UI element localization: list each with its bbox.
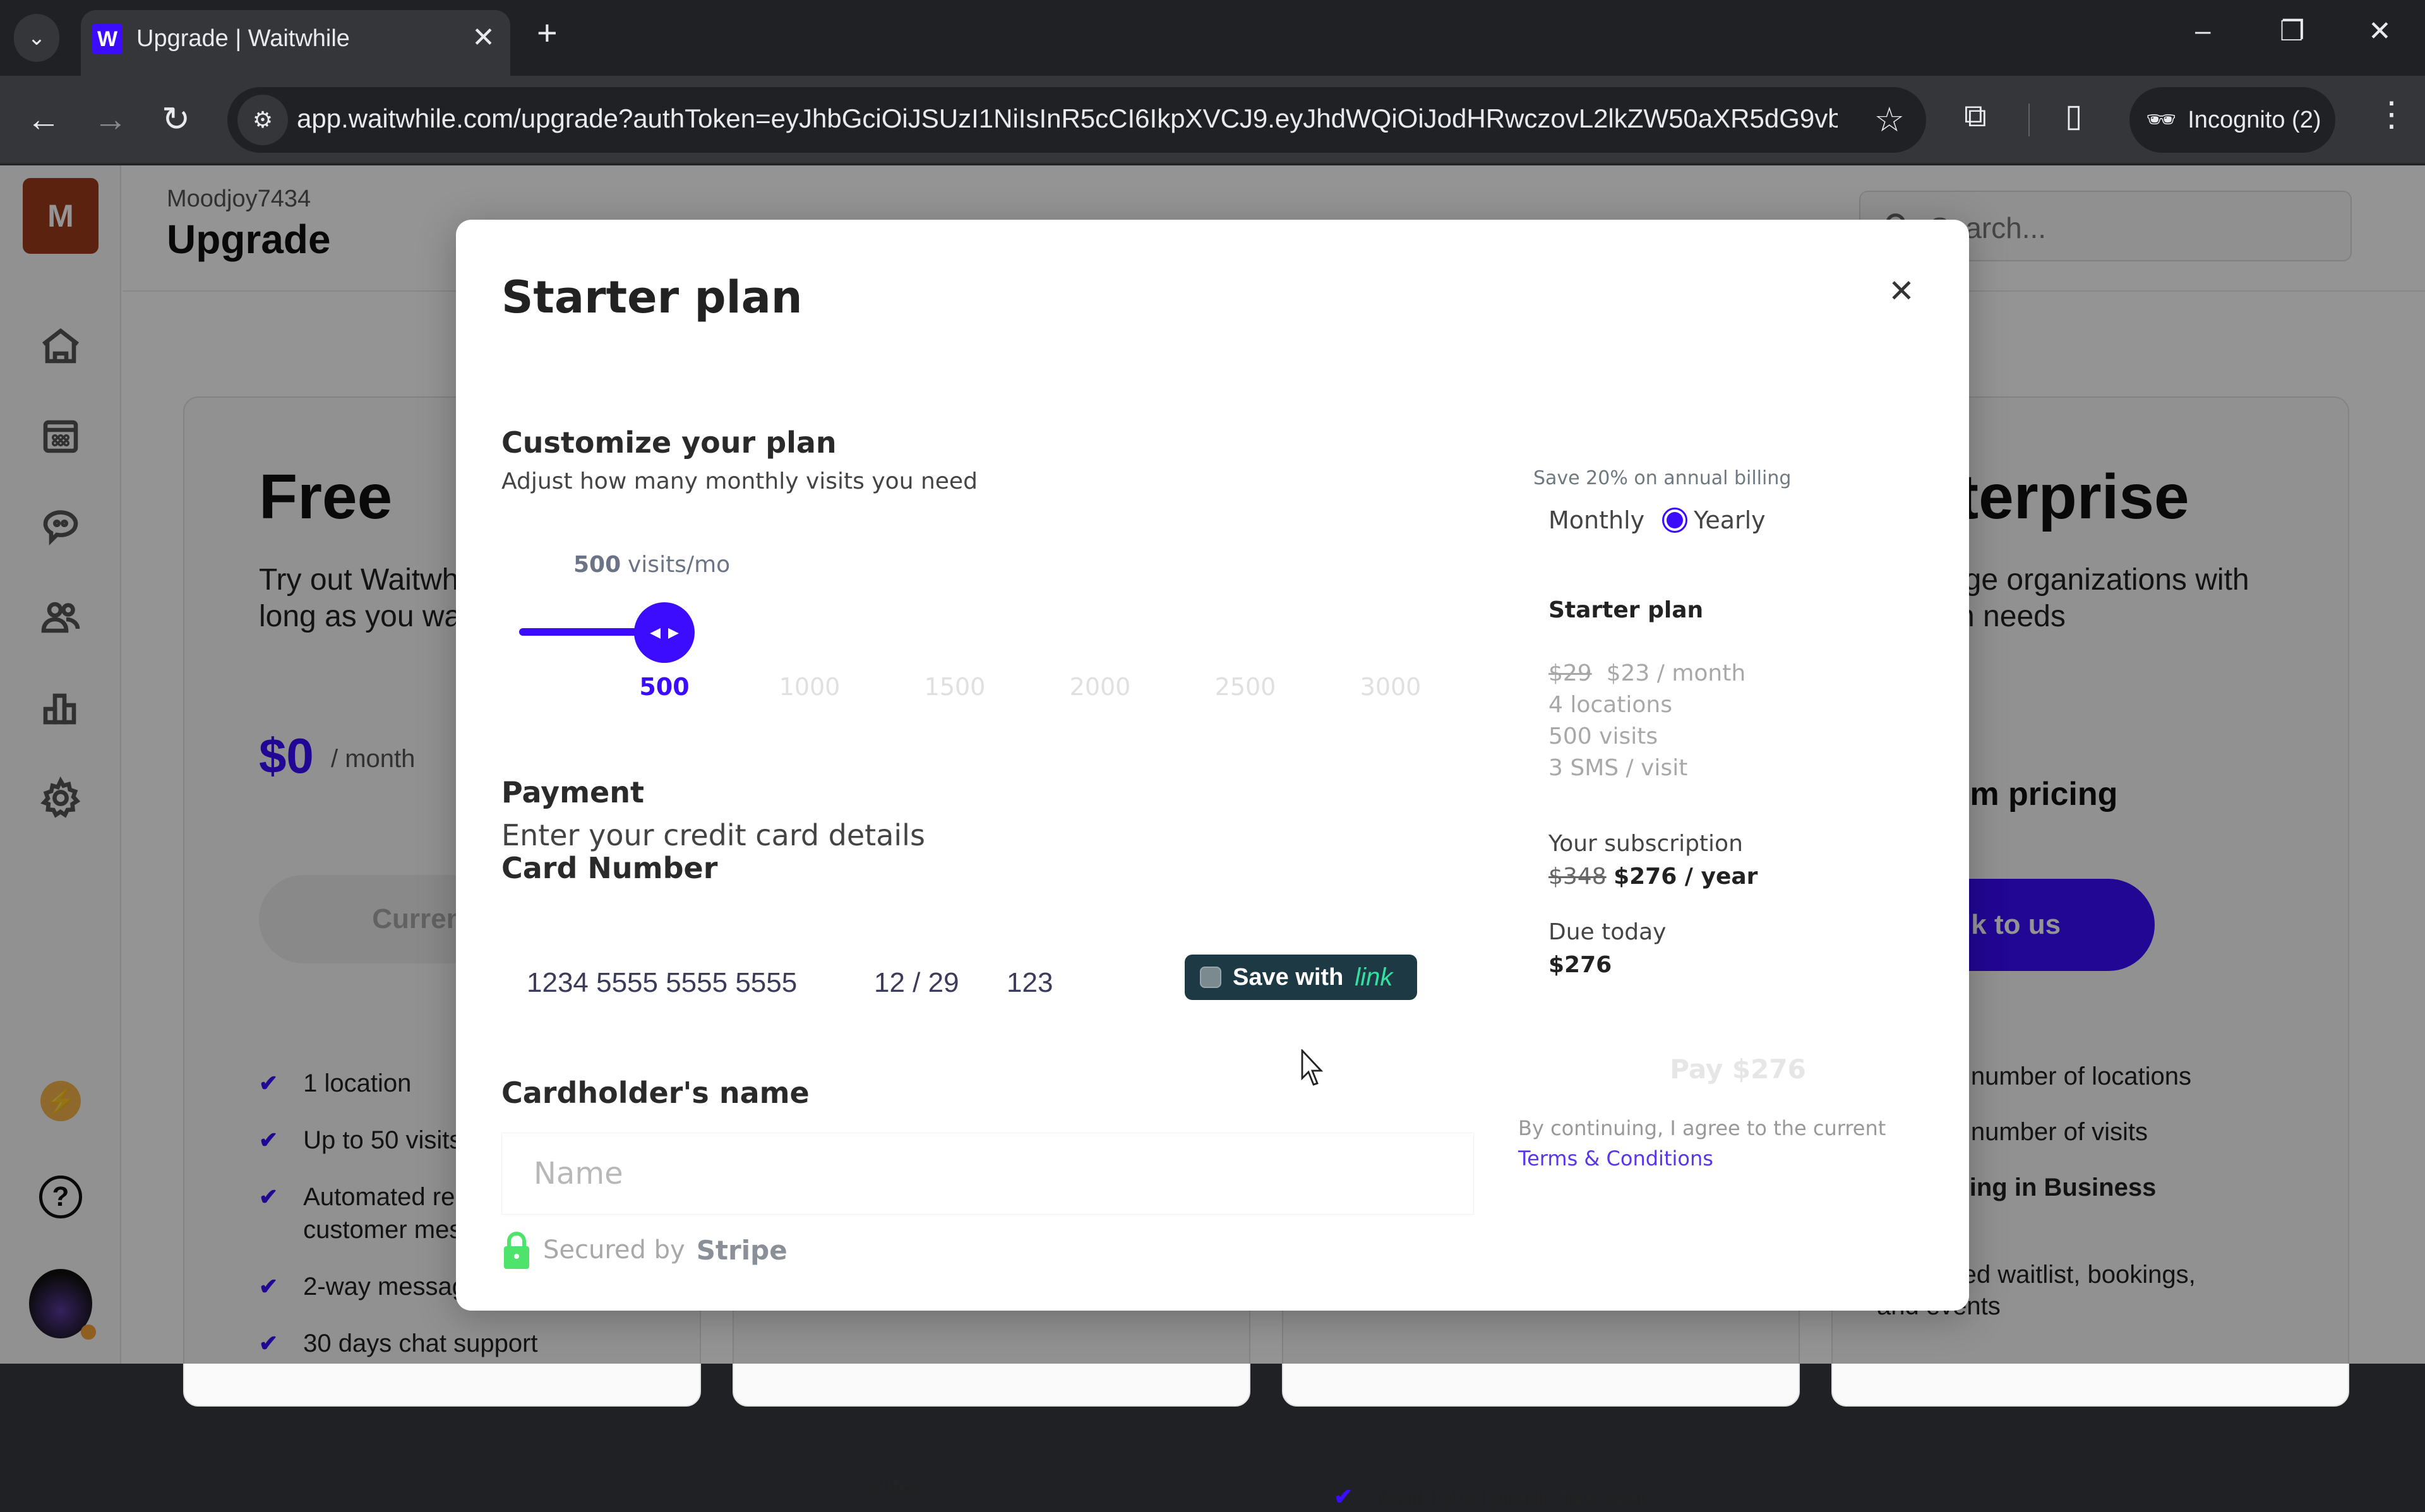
radio-selected-dot xyxy=(1667,512,1684,528)
browser-tab[interactable]: W Upgrade | Waitwhile ✕ xyxy=(81,10,510,76)
slider-tick-3000[interactable]: 3000 xyxy=(1360,673,1422,701)
subscription-label: Your subscription xyxy=(1548,831,1743,857)
new-tab-button[interactable]: + xyxy=(537,15,558,51)
old-yearly-price: $348 xyxy=(1548,864,1607,890)
browser-tab-bar: ⌄ W Upgrade | Waitwhile ✕ + – ❐ ✕ xyxy=(0,0,2425,76)
summary-plan-name: Starter plan xyxy=(1548,597,1704,623)
secured-label: Secured by xyxy=(543,1235,685,1265)
visits-unit: visits/mo xyxy=(628,552,731,578)
feature-text: suites xyxy=(860,1471,926,1499)
yearly-radio[interactable] xyxy=(1662,508,1688,533)
tab-close-icon[interactable]: ✕ xyxy=(472,21,495,54)
payment-subtitle: Enter your credit card details xyxy=(501,818,925,852)
due-today-label: Due today xyxy=(1548,919,1667,945)
bookmark-star-icon[interactable]: ☆ xyxy=(1874,100,1905,140)
feature-text: WaitIQ AI predictive wait xyxy=(1378,1484,1651,1511)
save-with-link-button[interactable]: Save with link xyxy=(1185,955,1417,1000)
arrow-left-icon: ◀ xyxy=(650,624,661,641)
annual-savings-note: Save 20% on annual billing xyxy=(1533,467,1792,489)
incognito-label: Incognito (2) xyxy=(2188,106,2321,133)
card-expiry-input[interactable] xyxy=(874,967,988,999)
waitwhile-favicon-icon: W xyxy=(92,24,123,54)
terms-link[interactable]: Terms & Conditions xyxy=(1518,1146,1713,1170)
window-close-icon[interactable]: ✕ xyxy=(2368,15,2392,47)
arrow-right-icon: ▶ xyxy=(668,624,679,641)
check-icon: ✔ xyxy=(1334,1484,1353,1509)
mouse-cursor-icon xyxy=(1301,1049,1324,1086)
terms-text: By continuing, I agree to the current xyxy=(1518,1116,1886,1140)
browser-menu-icon[interactable]: ⋮ xyxy=(2374,97,2409,131)
save-link-label: Save with xyxy=(1233,963,1344,991)
starter-plan-modal: Starter plan ✕ Customize your plan Adjus… xyxy=(456,220,1969,1311)
tab-search-button[interactable]: ⌄ xyxy=(14,14,59,62)
sms-line: 3 SMS / visit xyxy=(1548,755,1688,781)
slider-tick-2500[interactable]: 2500 xyxy=(1215,673,1276,701)
feature-item: ✔ WaitIQ AI predictive wait xyxy=(1334,1484,1651,1512)
subscription-value: $348 $276 / year xyxy=(1548,864,1757,890)
tab-title: Upgrade | Waitwhile xyxy=(136,25,350,52)
slider-tick-500[interactable]: 500 xyxy=(639,673,689,701)
toolbar-divider xyxy=(2028,104,2030,136)
side-panel-icon[interactable]: ▯ xyxy=(2065,100,2083,131)
cardholder-name-input[interactable] xyxy=(501,1133,1474,1215)
old-monthly-price: $29 xyxy=(1548,660,1592,686)
yearly-label: Yearly xyxy=(1694,506,1766,534)
card-number-label: Card Number xyxy=(501,851,718,885)
visits-line: 500 visits xyxy=(1548,723,1658,749)
slider-tick-1000[interactable]: 1000 xyxy=(779,673,841,701)
extensions-icon[interactable]: ⧉ xyxy=(1964,100,1987,131)
due-today-value: $276 xyxy=(1548,952,1612,978)
plan-details: $29 $23 / month 4 locations 500 visits 3… xyxy=(1548,658,1745,784)
incognito-icon: 🕶 xyxy=(2146,107,2177,133)
close-icon[interactable]: ✕ xyxy=(1888,273,1915,309)
address-bar[interactable]: ⚙ app.waitwhile.com/upgrade?authToken=ey… xyxy=(227,87,1926,153)
card-number-input[interactable] xyxy=(527,967,842,999)
customize-title: Customize your plan xyxy=(501,426,837,460)
slider-thumb[interactable]: ◀ ▶ xyxy=(634,602,695,663)
modal-title: Starter plan xyxy=(501,271,803,323)
chevron-down-icon: ⌄ xyxy=(27,26,46,50)
site-info-icon[interactable]: ⚙ xyxy=(237,95,288,145)
save-link-checkbox[interactable] xyxy=(1200,967,1221,988)
url-text[interactable]: app.waitwhile.com/upgrade?authToken=eyJh… xyxy=(297,104,1838,134)
monthly-price-line: $29 $23 / month xyxy=(1548,658,1745,689)
locations-line: 4 locations xyxy=(1548,692,1672,718)
customize-subtitle: Adjust how many monthly visits you need xyxy=(501,468,978,494)
billing-period-toggle: Monthly Yearly xyxy=(1548,506,1766,534)
stripe-brand: Stripe xyxy=(696,1234,787,1266)
reload-icon[interactable]: ↻ xyxy=(162,102,190,136)
lock-icon xyxy=(504,1232,529,1269)
back-icon[interactable]: ← xyxy=(27,102,61,136)
cardholder-label: Cardholder's name xyxy=(501,1076,810,1110)
card-cvc-input[interactable] xyxy=(1007,967,1082,999)
visits-value: 500 xyxy=(573,552,621,578)
new-yearly-price: $276 / year xyxy=(1614,864,1758,890)
minimize-icon[interactable]: – xyxy=(2195,15,2210,47)
restore-icon[interactable]: ❐ xyxy=(2280,15,2304,47)
new-monthly-price: $23 / month xyxy=(1606,660,1746,686)
payment-title: Payment xyxy=(501,775,644,809)
billing-monthly-option[interactable]: Monthly xyxy=(1548,506,1644,534)
slider-tick-1500[interactable]: 1500 xyxy=(925,673,986,701)
browser-toolbar: ← → ↻ ⚙ app.waitwhile.com/upgrade?authTo… xyxy=(0,76,2425,164)
forward-icon[interactable]: → xyxy=(93,102,128,136)
billing-yearly-option[interactable]: Yearly xyxy=(1662,506,1766,534)
pay-button[interactable]: Pay $276 xyxy=(1618,1040,1858,1097)
secured-by-stripe: Secured by Stripe xyxy=(501,1230,787,1270)
slider-tick-2000[interactable]: 2000 xyxy=(1070,673,1131,701)
incognito-badge[interactable]: 🕶 Incognito (2) xyxy=(2129,87,2335,153)
link-logo: link xyxy=(1355,963,1393,991)
